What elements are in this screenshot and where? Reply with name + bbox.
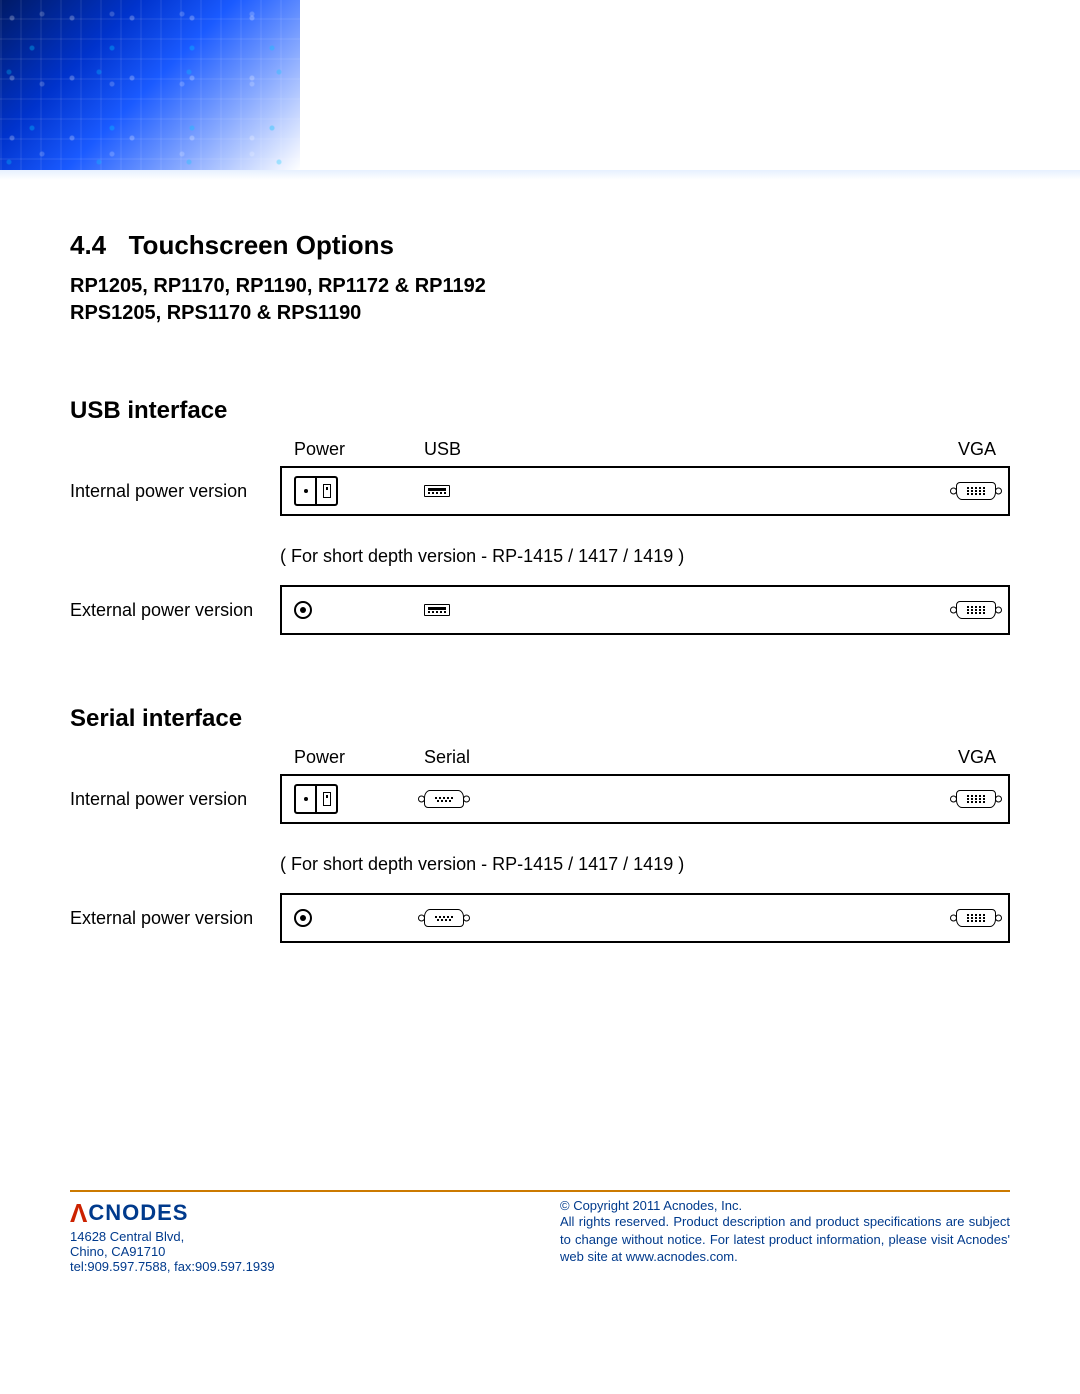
footer-contact: tel:909.597.7588, fax:909.597.1939 xyxy=(70,1259,520,1274)
footer-address2: Chino, CA91710 xyxy=(70,1244,520,1259)
label-vga: VGA xyxy=(906,439,996,460)
page-footer: ΛCNODES 14628 Central Blvd, Chino, CA917… xyxy=(70,1190,1010,1274)
model-list-line1: RP1205, RP1170, RP1190, RP1172 & RP1192 xyxy=(70,273,1010,300)
serial-interface-heading: Serial interface xyxy=(70,705,1010,733)
footer-left: ΛCNODES 14628 Central Blvd, Chino, CA917… xyxy=(70,1198,520,1274)
usb-internal-row: Internal power version xyxy=(70,466,1010,516)
usb-external-row: External power version xyxy=(70,585,1010,635)
serial-external-panel xyxy=(280,893,1010,943)
serial-port-icon xyxy=(424,790,906,808)
usb-short-depth-note: ( For short depth version - RP-1415 / 14… xyxy=(280,546,1010,567)
model-list-line2: RPS1205, RPS1170 & RPS1190 xyxy=(70,300,1010,327)
usb-port-labels: Power USB VGA xyxy=(280,439,1010,466)
usb-external-label: External power version xyxy=(70,600,270,621)
serial-port-labels: Power Serial VGA xyxy=(280,747,1010,774)
label-vga: VGA xyxy=(906,747,996,768)
vga-port-icon xyxy=(906,482,996,500)
label-usb: USB xyxy=(424,439,906,460)
usb-internal-label: Internal power version xyxy=(70,481,270,502)
serial-port-icon xyxy=(424,909,906,927)
serial-interface-block: Serial interface Power Serial VGA Intern… xyxy=(70,705,1010,943)
label-serial: Serial xyxy=(424,747,906,768)
serial-internal-row: Internal power version xyxy=(70,774,1010,824)
vga-port-icon xyxy=(906,601,996,619)
header-banner-image xyxy=(0,0,300,170)
footer-address1: 14628 Central Blvd, xyxy=(70,1229,520,1244)
section-heading: 4.4 Touchscreen Options xyxy=(70,230,1010,261)
serial-external-row: External power version xyxy=(70,893,1010,943)
iec-power-icon xyxy=(294,476,424,506)
header-fade xyxy=(0,170,1080,180)
footer-right: © Copyright 2011 Acnodes, Inc. All right… xyxy=(560,1198,1010,1274)
usb-internal-panel xyxy=(280,466,1010,516)
serial-short-depth-note: ( For short depth version - RP-1415 / 14… xyxy=(280,854,1010,875)
iec-power-icon xyxy=(294,784,424,814)
vga-port-icon xyxy=(906,790,996,808)
footer-copyright: © Copyright 2011 Acnodes, Inc. xyxy=(560,1198,1010,1213)
section-number: 4.4 xyxy=(70,230,106,260)
model-list: RP1205, RP1170, RP1190, RP1172 & RP1192 … xyxy=(70,273,1010,327)
usb-port-icon xyxy=(424,604,906,616)
section-title: Touchscreen Options xyxy=(129,230,394,260)
brand-logo: ΛCNODES xyxy=(70,1198,520,1229)
serial-header-row: Power Serial VGA xyxy=(70,747,1010,774)
usb-header-row: Power USB VGA xyxy=(70,439,1010,466)
dc-jack-icon xyxy=(294,909,424,927)
serial-internal-label: Internal power version xyxy=(70,789,270,810)
dc-jack-icon xyxy=(294,601,424,619)
serial-internal-panel xyxy=(280,774,1010,824)
usb-interface-block: USB interface Power USB VGA Internal pow… xyxy=(70,397,1010,635)
usb-external-panel xyxy=(280,585,1010,635)
brand-text: CNODES xyxy=(88,1200,188,1225)
label-power: Power xyxy=(294,439,424,460)
usb-port-icon xyxy=(424,485,906,497)
footer-legal: All rights reserved. Product description… xyxy=(560,1213,1010,1266)
page-content: 4.4 Touchscreen Options RP1205, RP1170, … xyxy=(0,180,1080,943)
vga-port-icon xyxy=(906,909,996,927)
usb-interface-heading: USB interface xyxy=(70,397,1010,425)
footer-rule xyxy=(70,1190,1010,1192)
label-power: Power xyxy=(294,747,424,768)
serial-external-label: External power version xyxy=(70,908,270,929)
